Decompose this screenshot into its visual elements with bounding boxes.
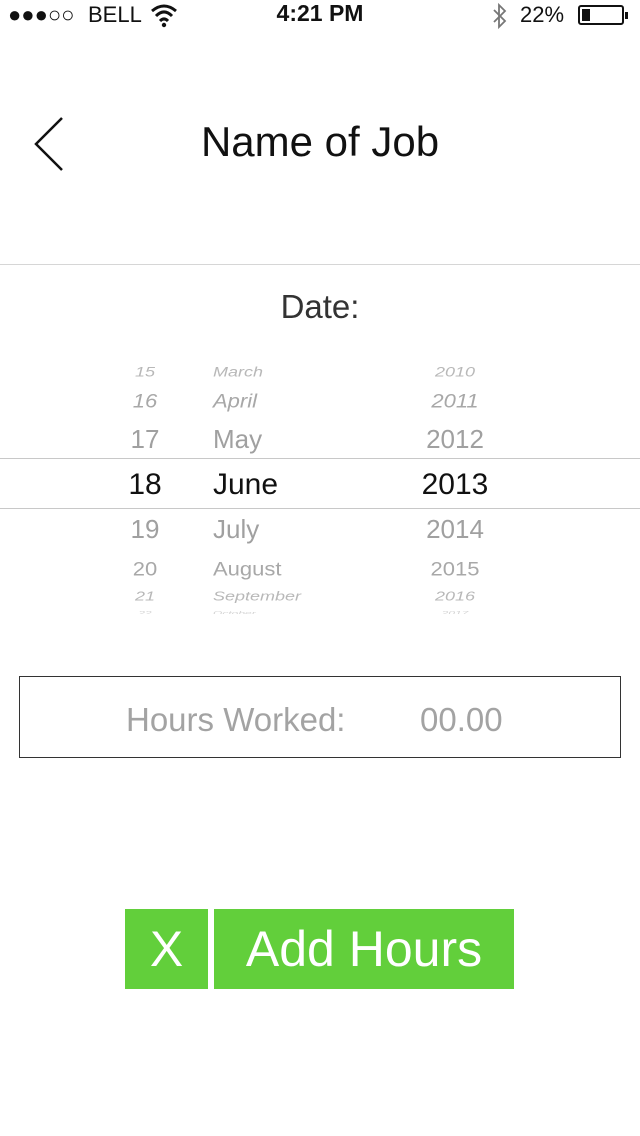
hours-worked-value[interactable]: 00.00 bbox=[420, 701, 503, 739]
picker-day: 20 bbox=[132, 557, 158, 580]
page-title: Name of Job bbox=[200, 118, 440, 165]
picker-month: September bbox=[213, 589, 302, 604]
cancel-button[interactable]: X bbox=[125, 909, 208, 989]
picker-day: 21 bbox=[134, 589, 156, 604]
date-picker[interactable]: 14February200915March201016April201117Ma… bbox=[0, 348, 640, 614]
picker-row[interactable]: 22 October 2017 bbox=[0, 606, 640, 614]
picker-month: April bbox=[213, 389, 258, 412]
bluetooth-icon bbox=[493, 2, 507, 30]
picker-row[interactable]: 19 July 2014 bbox=[0, 514, 640, 554]
picker-month: June bbox=[213, 468, 279, 501]
hours-worked-field[interactable]: Hours Worked: 00.00 bbox=[19, 676, 621, 758]
picker-day: 22 bbox=[138, 609, 152, 614]
picker-year: 2013 bbox=[421, 468, 489, 501]
picker-year: 2010 bbox=[434, 364, 476, 380]
picker-day: 17 bbox=[130, 424, 160, 454]
picker-year: 2016 bbox=[434, 589, 476, 604]
picker-day: 15 bbox=[134, 364, 156, 380]
picker-row[interactable]: 16 April 2011 bbox=[0, 388, 640, 428]
picker-month: May bbox=[213, 424, 263, 454]
picker-selection-bottom-line bbox=[0, 508, 640, 509]
picker-year: 2011 bbox=[431, 389, 479, 412]
date-label: Date: bbox=[280, 288, 360, 325]
divider bbox=[0, 264, 640, 265]
picker-month: March bbox=[213, 364, 264, 380]
picker-day: 19 bbox=[130, 514, 160, 544]
hours-worked-label: Hours Worked: bbox=[126, 701, 346, 738]
picker-day: 18 bbox=[128, 468, 162, 501]
status-bar: ●●●○○ BELL 4:21 PM 22% bbox=[0, 0, 640, 40]
picker-year: 2012 bbox=[426, 424, 484, 454]
picker-row[interactable]: 17 May 2012 bbox=[0, 424, 640, 464]
picker-month: July bbox=[213, 514, 260, 544]
battery-percent: 22% bbox=[520, 2, 565, 27]
picker-year: 2017 bbox=[441, 609, 469, 614]
picker-year: 2014 bbox=[426, 514, 484, 544]
picker-month: October bbox=[213, 609, 256, 614]
picker-month: August bbox=[213, 557, 282, 580]
picker-day: 16 bbox=[132, 389, 158, 412]
battery-icon bbox=[578, 5, 628, 25]
picker-row-selected[interactable]: 18 June 2013 bbox=[0, 468, 640, 508]
picker-year: 2015 bbox=[430, 557, 480, 580]
add-hours-button[interactable]: Add Hours bbox=[214, 909, 514, 989]
